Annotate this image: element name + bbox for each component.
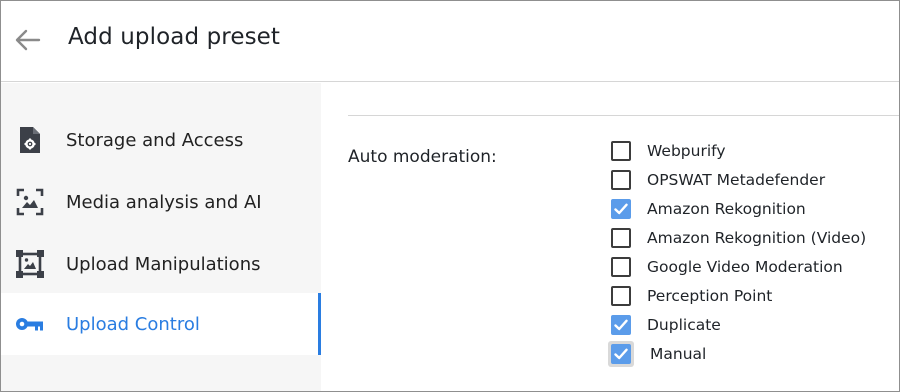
sidebar-item-label: Upload Control bbox=[66, 313, 200, 335]
main-content: Auto moderation: Webpurify OPSWAT Metadef… bbox=[321, 83, 899, 391]
page-title: Add upload preset bbox=[68, 24, 281, 50]
sidebar-item-upload-control[interactable]: Upload Control bbox=[1, 293, 321, 355]
sidebar-item-label: Storage and Access bbox=[66, 129, 244, 151]
option-label: Amazon Rekognition bbox=[647, 200, 806, 218]
sidebar-item-media-analysis[interactable]: Media analysis and AI bbox=[1, 171, 321, 233]
checkbox-checked[interactable] bbox=[611, 199, 631, 219]
checkbox-unchecked[interactable] bbox=[611, 228, 631, 248]
moderation-option[interactable]: Webpurify bbox=[611, 139, 726, 163]
sidebar-item-upload-manipulations[interactable]: Upload Manipulations bbox=[1, 233, 321, 295]
sidebar: Storage and Access Media analysis and AI bbox=[1, 83, 321, 391]
option-label: Webpurify bbox=[647, 142, 726, 160]
checkbox-wrapper bbox=[611, 315, 631, 335]
arrow-left-icon bbox=[15, 29, 41, 51]
moderation-option[interactable]: Amazon Rekognition bbox=[611, 197, 806, 221]
checkbox-unchecked[interactable] bbox=[611, 141, 631, 161]
checkbox-wrapper bbox=[611, 286, 631, 306]
option-label: Perception Point bbox=[647, 287, 773, 305]
section-divider bbox=[348, 115, 899, 116]
checkbox-wrapper bbox=[611, 257, 631, 277]
option-label: Manual bbox=[650, 345, 707, 363]
option-label: Google Video Moderation bbox=[647, 258, 843, 276]
page-header: Add upload preset bbox=[1, 1, 899, 82]
checkbox-wrapper bbox=[608, 341, 634, 367]
back-button[interactable] bbox=[13, 25, 43, 55]
option-label: OPSWAT Metadefender bbox=[647, 171, 826, 189]
moderation-option[interactable]: Google Video Moderation bbox=[611, 255, 843, 279]
checkmark-icon bbox=[614, 319, 628, 331]
sidebar-item-label: Upload Manipulations bbox=[66, 253, 261, 275]
moderation-option[interactable]: OPSWAT Metadefender bbox=[611, 168, 825, 192]
image-frame-icon bbox=[15, 187, 45, 217]
checkbox-unchecked[interactable] bbox=[611, 170, 631, 190]
checkbox-wrapper bbox=[611, 170, 631, 190]
moderation-option[interactable]: Amazon Rekognition (Video) bbox=[611, 226, 866, 250]
checkbox-wrapper bbox=[611, 199, 631, 219]
checkbox-unchecked[interactable] bbox=[611, 257, 631, 277]
option-label: Amazon Rekognition (Video) bbox=[647, 229, 867, 247]
sidebar-item-label: Media analysis and AI bbox=[66, 191, 262, 213]
checkbox-wrapper bbox=[611, 141, 631, 161]
checkbox-checked[interactable] bbox=[611, 344, 631, 364]
moderation-option[interactable]: Manual bbox=[608, 341, 707, 367]
moderation-option[interactable]: Duplicate bbox=[611, 313, 721, 337]
checkbox-checked[interactable] bbox=[611, 315, 631, 335]
checkmark-icon bbox=[614, 203, 628, 215]
window-frame: Add upload preset Storage and Access Med… bbox=[0, 0, 900, 392]
checkmark-icon bbox=[614, 348, 628, 360]
moderation-option[interactable]: Perception Point bbox=[611, 284, 772, 308]
checkbox-unchecked[interactable] bbox=[611, 286, 631, 306]
crop-frame-icon bbox=[15, 249, 45, 279]
key-icon bbox=[15, 309, 45, 339]
checkbox-wrapper bbox=[611, 228, 631, 248]
file-gear-icon bbox=[15, 125, 45, 155]
option-label: Duplicate bbox=[647, 316, 721, 334]
auto-moderation-label: Auto moderation: bbox=[348, 147, 497, 167]
sidebar-item-storage-and-access[interactable]: Storage and Access bbox=[1, 109, 321, 171]
